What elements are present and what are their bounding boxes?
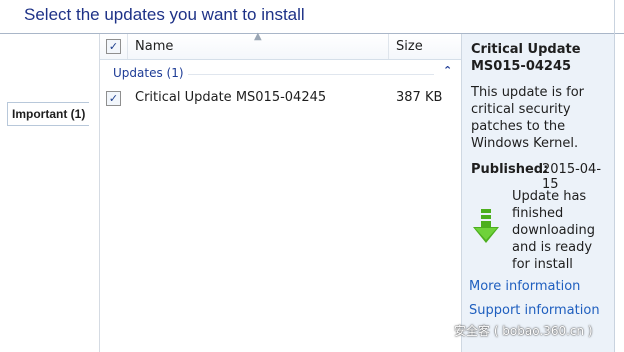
category-important-tab[interactable]: Important (1) [7,102,90,126]
details-pane: Critical Update MS015-04245 This update … [461,34,615,352]
category-column: Important (1) [0,34,99,352]
collapse-chevron-icon[interactable]: ⌃ [443,64,452,77]
details-title: Critical Update MS015-04245 [471,42,581,74]
update-size: 387 KB [396,90,443,105]
group-separator [188,74,434,75]
size-column-header[interactable]: Size [396,39,423,54]
group-header-updates[interactable]: Updates (1) [113,66,184,80]
update-checkbox[interactable]: ✓ [106,91,121,106]
details-description: This update is for critical security pat… [471,85,585,151]
update-name: Critical Update MS015-04245 [135,90,327,105]
support-information-link[interactable]: Support information [469,303,600,318]
name-column-header[interactable]: Name [135,39,173,54]
window-edge [614,0,615,352]
sort-ascending-icon: ▲ [254,31,262,42]
page-title: Select the updates you want to install [24,5,305,24]
published-label: Published: [471,162,549,177]
download-arrow-icon [473,209,499,243]
column-header: ✓ Name ▲ Size [100,31,461,60]
column-divider[interactable] [388,34,389,59]
column-divider[interactable] [127,34,128,59]
updates-list: ✓ Name ▲ Size Updates (1) ⌃ ✓ Critical U… [100,31,461,352]
select-all-checkbox[interactable]: ✓ [106,39,121,54]
more-information-link[interactable]: More information [469,279,580,294]
watermark: 安全客 ( bobao.360.cn ) [454,324,593,338]
table-row[interactable]: ✓ Critical Update MS015-04245 387 KB [100,87,461,109]
download-status: Update has finished downloading and is r… [512,189,595,272]
